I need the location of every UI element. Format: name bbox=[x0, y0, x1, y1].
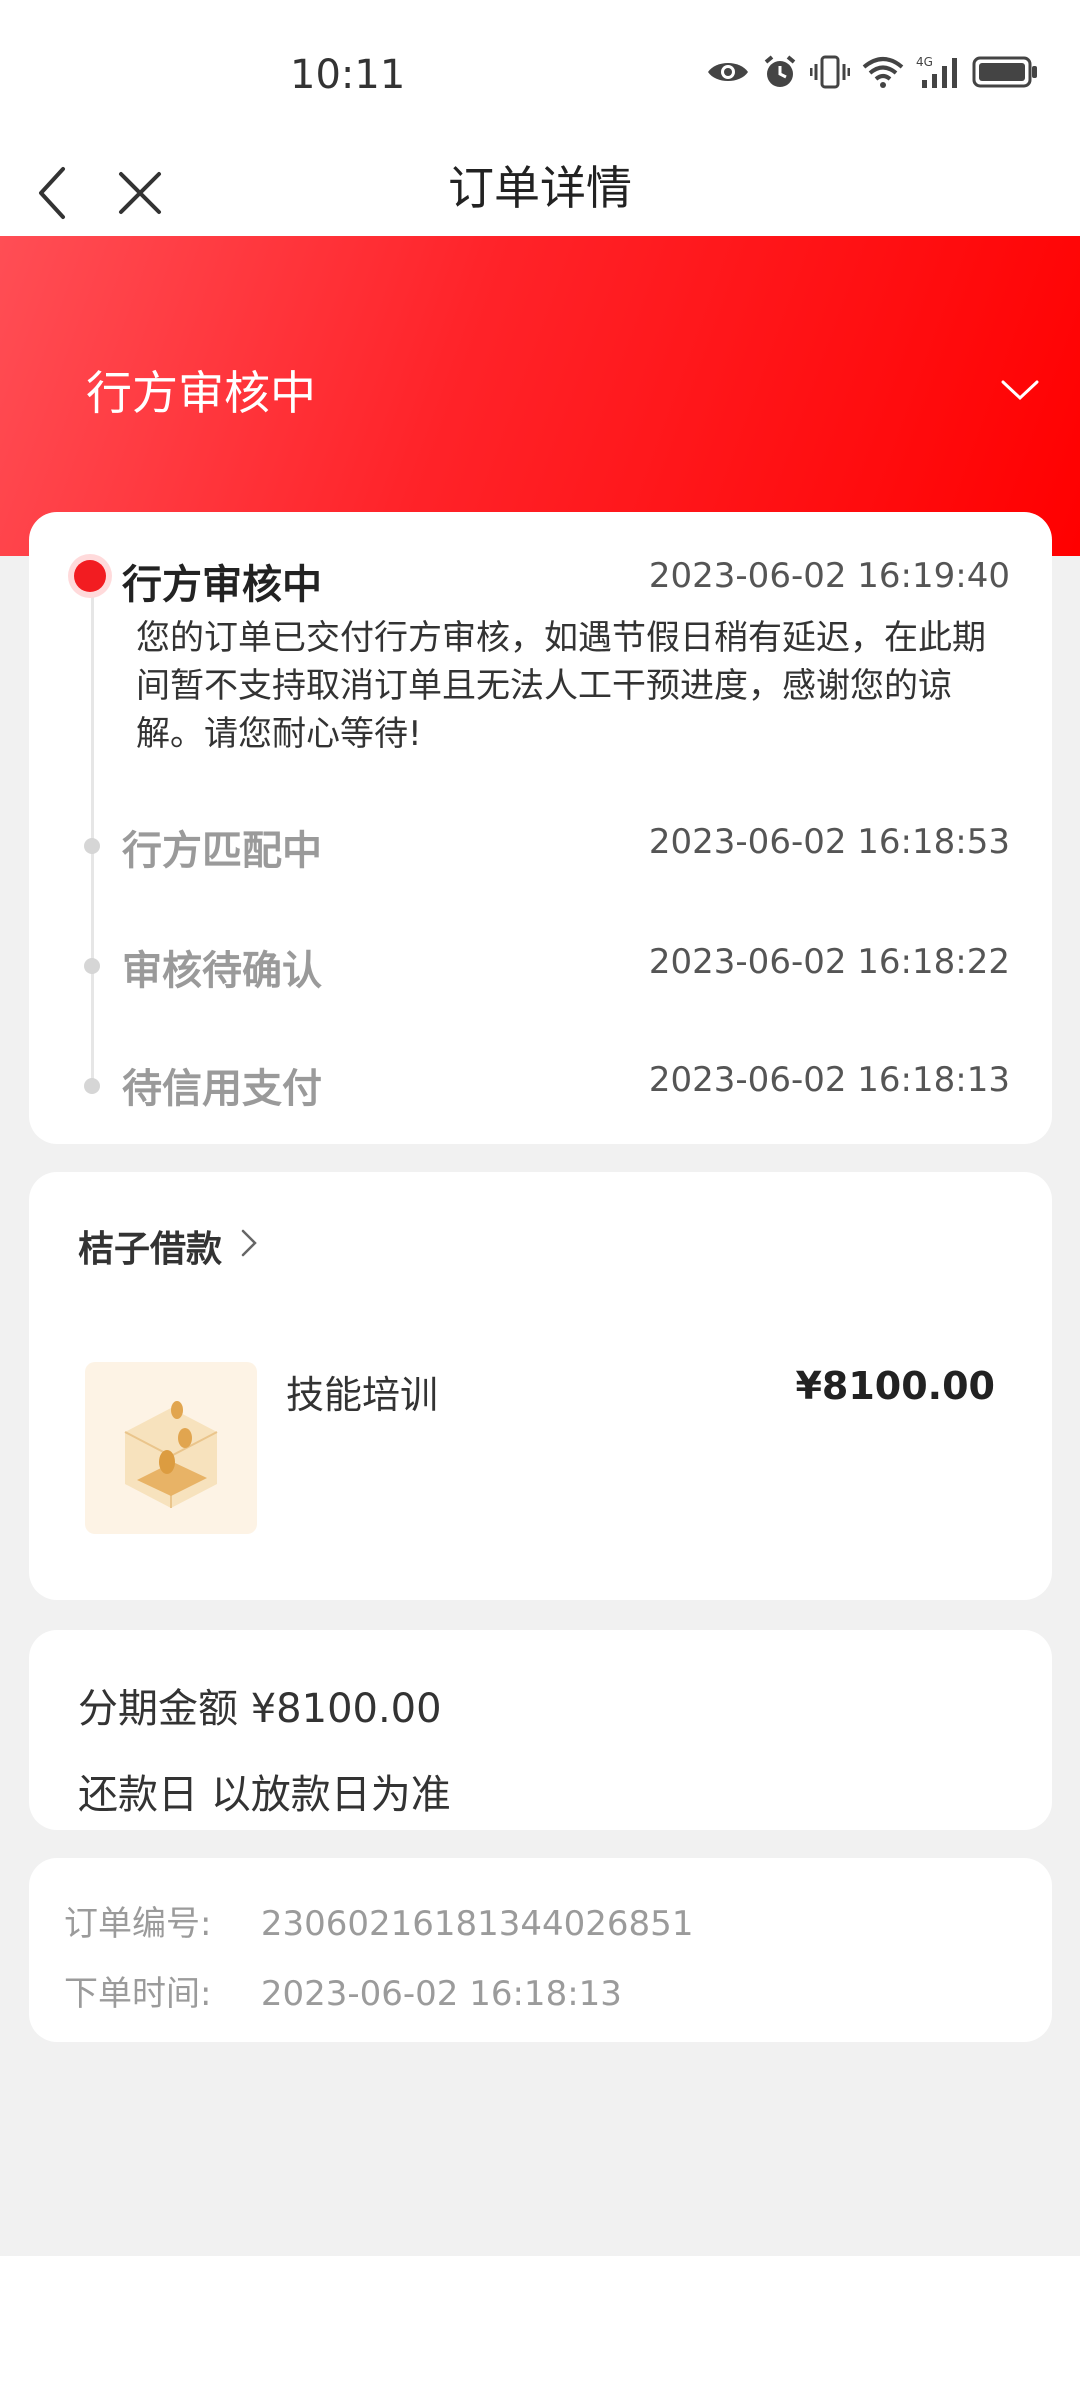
status-bar: 10:11 4G bbox=[0, 0, 1080, 150]
step-title: 行方审核中 bbox=[122, 562, 322, 608]
order-number-row: 订单编号: 2306021618134402685​1 bbox=[64, 1896, 693, 1945]
repayment-row: 还款日 以放款日为准 bbox=[78, 1762, 451, 1820]
step-title: 待信用支付 bbox=[122, 1066, 322, 1112]
svg-text:4G: 4G bbox=[916, 55, 933, 69]
order-time-row: 下单时间: 2023-06-02 16:18:13 bbox=[64, 1966, 622, 2015]
wifi-icon bbox=[862, 57, 904, 88]
order-number-label: 订单编号: bbox=[64, 1904, 212, 1944]
product-price: ¥8100.00 bbox=[795, 1364, 995, 1408]
lender-arrow[interactable] bbox=[240, 1228, 258, 1262]
timeline-dot-active bbox=[74, 560, 106, 592]
installment-amount-row: 分期金额 ¥8100.00 bbox=[78, 1676, 442, 1734]
status-time: 10:11 bbox=[290, 52, 406, 98]
product-image bbox=[85, 1362, 257, 1534]
step-time: 2023-06-02 16:18:13 bbox=[648, 1060, 1010, 1100]
installment-amount: ¥8100.00 bbox=[250, 1686, 442, 1732]
expand-button[interactable] bbox=[1000, 378, 1040, 406]
step-title: 审核待确认 bbox=[122, 948, 322, 994]
alarm-icon bbox=[764, 55, 796, 87]
timeline-line bbox=[91, 580, 94, 1080]
eye-icon bbox=[708, 63, 748, 81]
timeline-dot bbox=[84, 1078, 100, 1094]
repayment-value: 以放款日为准 bbox=[210, 1772, 451, 1818]
step-time: 2023-06-02 16:18:22 bbox=[648, 942, 1010, 982]
step-title: 行方匹配中 bbox=[122, 828, 322, 874]
order-time-label: 下单时间: bbox=[64, 1974, 212, 2014]
order-number: 2306021618134402685​1 bbox=[260, 1904, 694, 1944]
page-title: 订单详情 bbox=[448, 161, 632, 215]
order-time: 2023-06-02 16:18:13 bbox=[260, 1974, 622, 2014]
step-time: 2023-06-02 16:19:40 bbox=[648, 556, 1010, 596]
coin-box-icon bbox=[124, 1401, 218, 1508]
order-status-title: 行方审核中 bbox=[86, 366, 316, 420]
product-name: 技能培训 bbox=[286, 1373, 439, 1417]
chevron-down-icon bbox=[1001, 380, 1039, 401]
signal-4g-icon: 4G bbox=[916, 55, 957, 88]
step-time: 2023-06-02 16:18:53 bbox=[648, 822, 1010, 862]
status-icons: 4G bbox=[706, 54, 1038, 90]
installment-amount-label: 分期金额 bbox=[78, 1686, 238, 1732]
chevron-right-icon bbox=[241, 1229, 257, 1257]
timeline-dot bbox=[84, 838, 100, 854]
battery-icon bbox=[972, 56, 1037, 88]
lender-link[interactable]: 桔子借款 bbox=[78, 1220, 222, 1272]
step-description: 您的订单已交付行方审核，如遇节假日稍有延迟，在此期间暂不支持取消订单且无法人工干… bbox=[136, 618, 986, 754]
vibrate-icon bbox=[810, 55, 850, 89]
repayment-label: 还款日 bbox=[78, 1772, 198, 1818]
timeline-dot bbox=[84, 958, 100, 974]
